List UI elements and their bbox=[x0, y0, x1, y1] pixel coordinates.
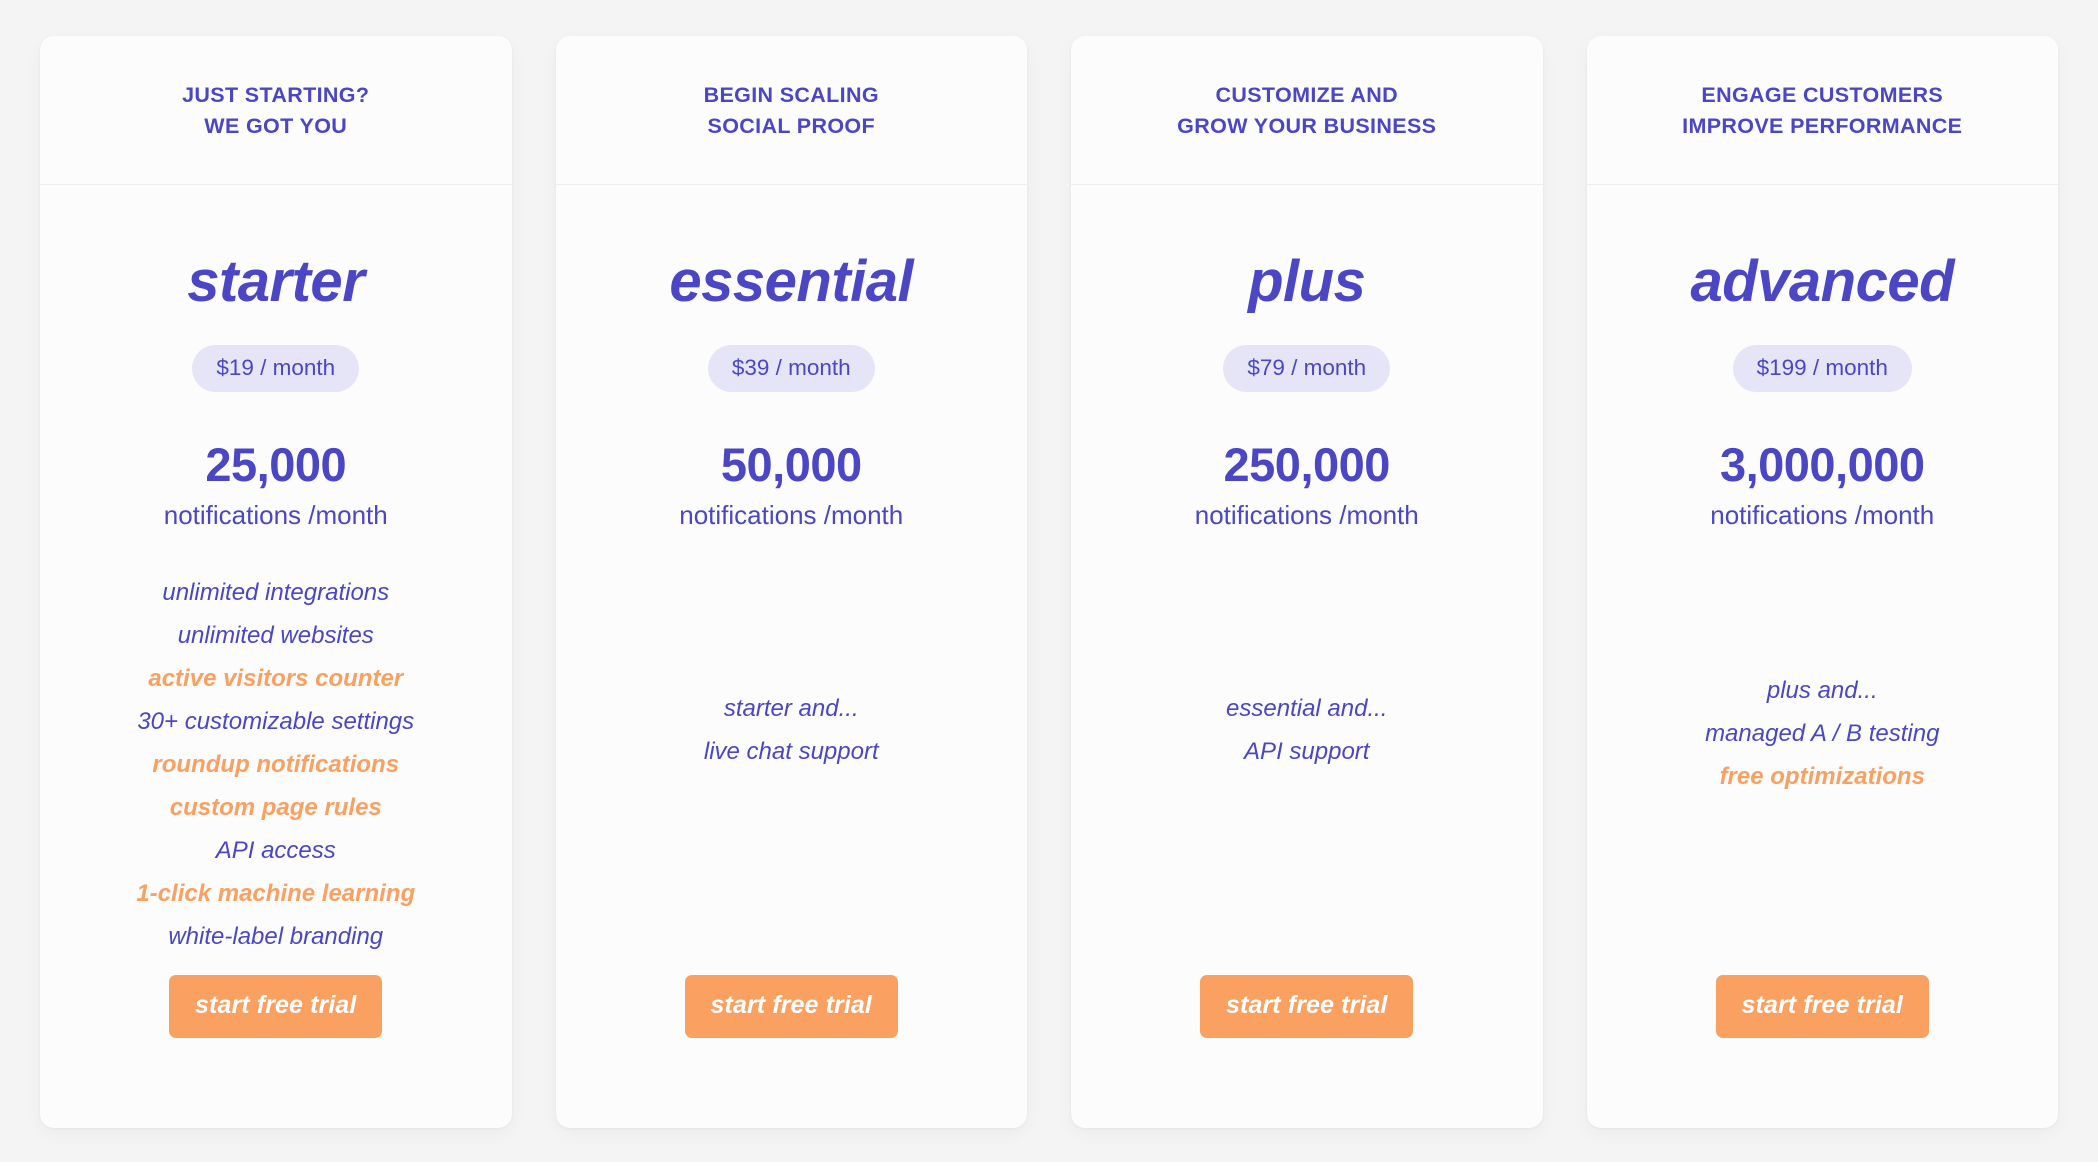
plan-card-plus: CUSTOMIZE AND GROW YOUR BUSINESS plus $7… bbox=[1071, 36, 1543, 1128]
plan-feature-list: essential and... API support bbox=[1071, 687, 1543, 773]
plan-feature-list: starter and... live chat support bbox=[556, 687, 1028, 773]
plan-cta-area: start free trial bbox=[556, 975, 1028, 1128]
plan-price-badge: $79 / month bbox=[1223, 345, 1391, 392]
plan-name: advanced bbox=[1690, 249, 1955, 314]
plan-quota-unit: notifications /month bbox=[679, 500, 904, 531]
feature-item: 30+ customizable settings bbox=[137, 708, 415, 736]
plan-name: starter bbox=[187, 249, 365, 314]
plan-card-starter: JUST STARTING? WE GOT YOU starter $19 / … bbox=[40, 36, 512, 1128]
plan-card-essential: BEGIN SCALING SOCIAL PROOF essential $39… bbox=[555, 36, 1028, 1128]
plan-feature-list: plus and... managed A / B testing free o… bbox=[1587, 669, 2059, 798]
plan-name: plus bbox=[1248, 249, 1366, 314]
feature-item: API support bbox=[1244, 738, 1370, 766]
plan-price-badge: $39 / month bbox=[707, 345, 875, 392]
feature-item: custom page rules bbox=[169, 794, 382, 822]
feature-item: 1-click machine learning bbox=[136, 880, 416, 908]
pricing-plans-grid: JUST STARTING? WE GOT YOU starter $19 / … bbox=[40, 36, 2058, 1128]
feature-item: plus and... bbox=[1766, 677, 1878, 705]
plan-quota-number: 25,000 bbox=[205, 438, 347, 491]
plan-price-badge: $199 / month bbox=[1732, 345, 1912, 392]
feature-item: free optimizations bbox=[1719, 763, 1925, 791]
feature-item: managed A / B testing bbox=[1705, 720, 1940, 748]
feature-item: active visitors counter bbox=[148, 665, 404, 693]
start-free-trial-button[interactable]: start free trial bbox=[169, 975, 383, 1038]
plan-header: ENGAGE CUSTOMERS IMPROVE PERFORMANCE bbox=[1586, 36, 2058, 185]
plan-quota-number: 50,000 bbox=[720, 438, 862, 491]
plan-tagline: ENGAGE CUSTOMERS IMPROVE PERFORMANCE bbox=[1682, 83, 1963, 139]
plan-header: CUSTOMIZE AND GROW YOUR BUSINESS bbox=[1071, 36, 1543, 185]
plan-header: BEGIN SCALING SOCIAL PROOF bbox=[555, 36, 1027, 185]
feature-item: essential and... bbox=[1226, 695, 1388, 723]
plan-price-badge: $19 / month bbox=[192, 345, 360, 392]
start-free-trial-button[interactable]: start free trial bbox=[684, 975, 898, 1038]
plan-quota-number: 250,000 bbox=[1223, 438, 1391, 491]
plan-tagline: BEGIN SCALING SOCIAL PROOF bbox=[703, 83, 879, 139]
plan-cta-area: start free trial bbox=[1071, 975, 1543, 1128]
plan-quota: 25,000 notifications /month bbox=[164, 440, 388, 535]
plan-quota-unit: notifications /month bbox=[1710, 500, 1935, 531]
start-free-trial-button[interactable]: start free trial bbox=[1200, 975, 1414, 1038]
plan-quota-unit: notifications /month bbox=[1194, 500, 1419, 531]
start-free-trial-button[interactable]: start free trial bbox=[1715, 975, 1929, 1038]
plan-card-advanced: ENGAGE CUSTOMERS IMPROVE PERFORMANCE adv… bbox=[1586, 36, 2059, 1128]
plan-cta-area: start free trial bbox=[1587, 975, 2059, 1128]
plan-quota-number: 3,000,000 bbox=[1719, 438, 1925, 491]
plan-tagline: CUSTOMIZE AND GROW YOUR BUSINESS bbox=[1177, 83, 1437, 139]
plan-tagline: JUST STARTING? WE GOT YOU bbox=[182, 83, 370, 139]
feature-item: unlimited websites bbox=[177, 622, 374, 650]
feature-item: white-label branding bbox=[168, 923, 384, 951]
feature-item: API access bbox=[215, 837, 336, 865]
plan-header: JUST STARTING? WE GOT YOU bbox=[40, 36, 512, 185]
plan-cta-area: start free trial bbox=[40, 975, 512, 1128]
feature-item: live chat support bbox=[703, 738, 879, 766]
plan-quota-unit: notifications /month bbox=[163, 500, 388, 531]
plan-quota: 50,000 notifications /month bbox=[679, 440, 903, 535]
plan-name: essential bbox=[669, 249, 914, 314]
plan-quota: 3,000,000 notifications /month bbox=[1710, 440, 1934, 535]
plan-feature-list: unlimited integrations unlimited website… bbox=[40, 571, 512, 958]
plan-quota: 250,000 notifications /month bbox=[1195, 440, 1419, 535]
feature-item: starter and... bbox=[723, 695, 859, 723]
feature-item: unlimited integrations bbox=[162, 579, 390, 607]
feature-item: roundup notifications bbox=[152, 751, 400, 779]
